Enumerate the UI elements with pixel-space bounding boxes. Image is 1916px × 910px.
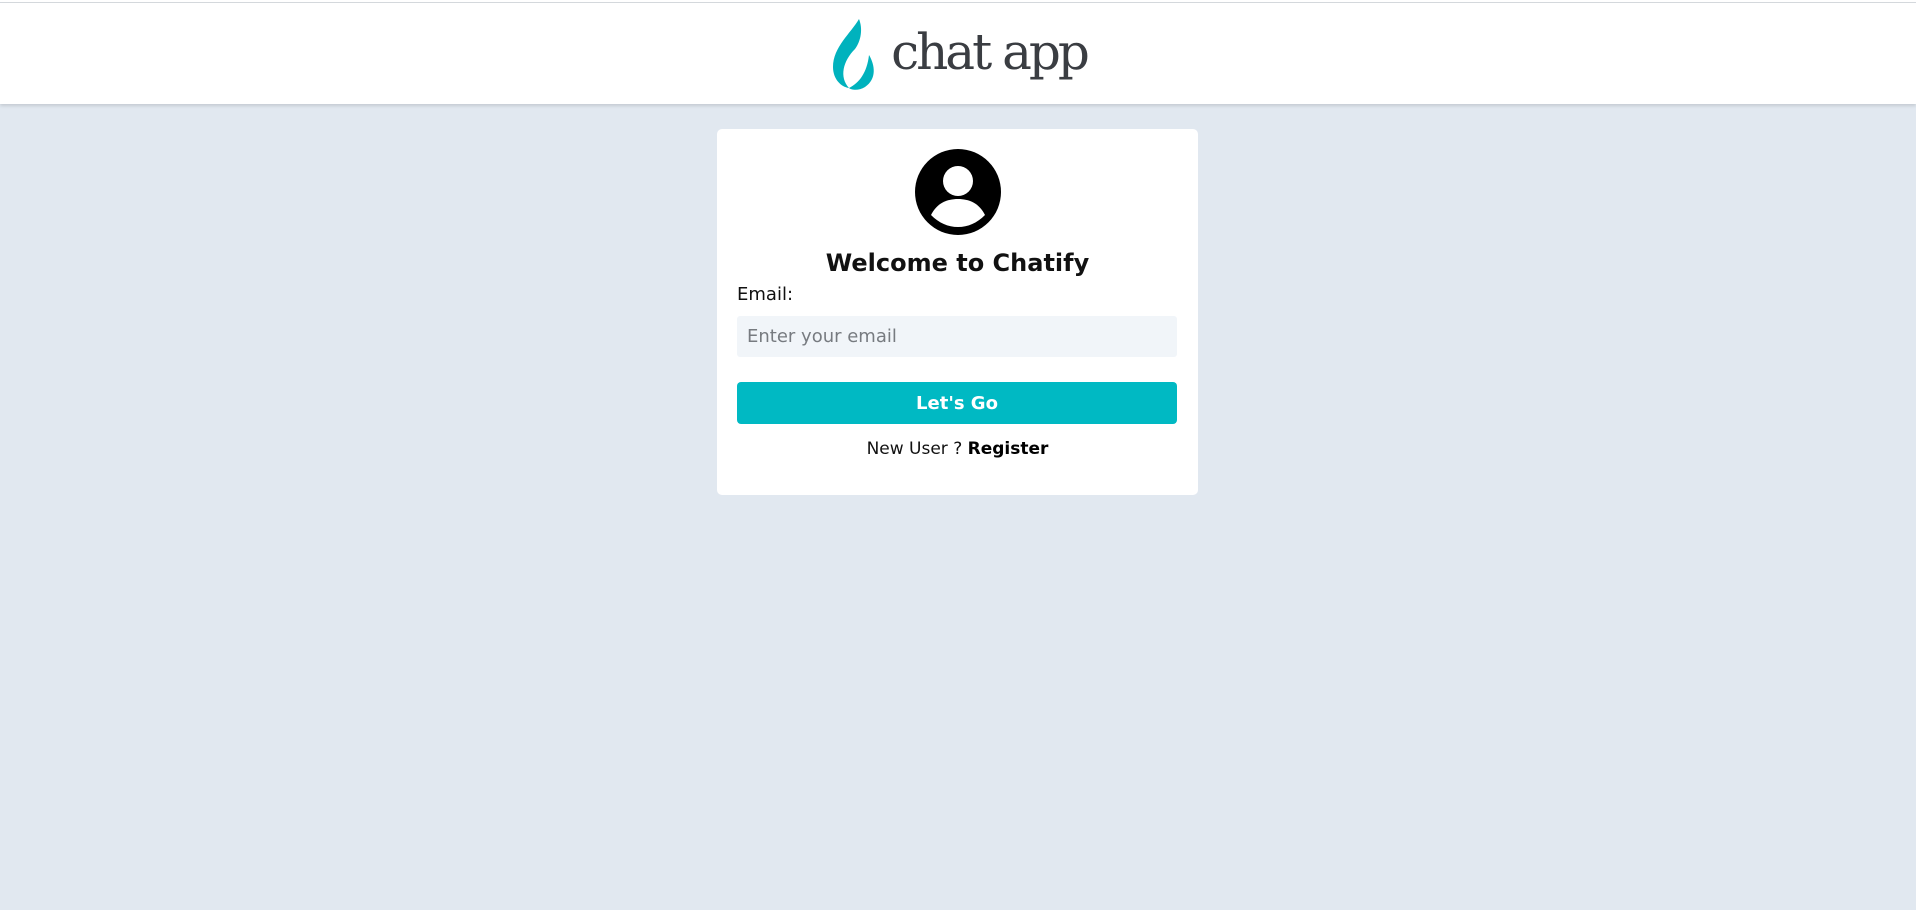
new-user-text: New User ? — [866, 439, 963, 459]
register-link[interactable]: Register — [968, 439, 1049, 459]
lets-go-button[interactable]: Let's Go — [737, 382, 1177, 424]
register-prompt: New User ? Register — [737, 438, 1178, 460]
flame-logo-icon — [833, 18, 874, 90]
user-circle-icon — [914, 149, 1001, 235]
email-label: Email: — [737, 284, 794, 305]
app-header: chat app — [0, 3, 1916, 104]
email-input[interactable] — [737, 316, 1177, 357]
app-logo[interactable]: chat app — [829, 17, 1090, 91]
welcome-title: Welcome to Chatify — [825, 249, 1090, 277]
logo-text: chat app — [891, 22, 1090, 81]
login-card: Welcome to Chatify Email: Let's Go New U… — [717, 129, 1198, 495]
